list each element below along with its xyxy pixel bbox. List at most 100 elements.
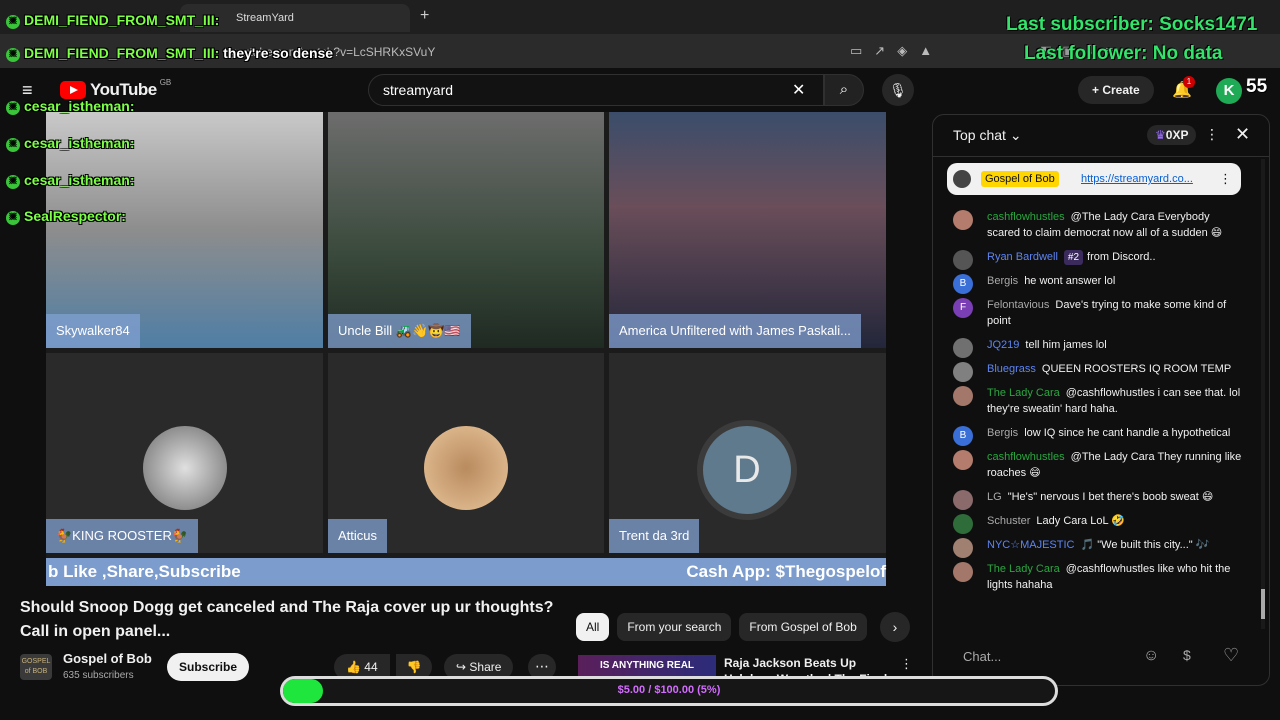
shield-icon[interactable]: ◈ <box>897 43 919 58</box>
overlay-message: they're so dense <box>223 45 334 61</box>
plus-icon: + <box>1092 83 1103 97</box>
avatar <box>953 170 971 188</box>
chat-scrollbar[interactable] <box>1259 159 1267 629</box>
donation-goal-text: $5.00 / $100.00 (5%) <box>617 684 721 696</box>
video-title: Should Snoop Dogg get canceled and The R… <box>20 599 554 640</box>
create-button[interactable]: + Create <box>1078 76 1154 104</box>
chat-message: LG "He's" nervous I bet there's boob swea… <box>933 485 1259 510</box>
create-label: Create <box>1102 83 1140 97</box>
participant-name: America Unfiltered with James Paskali... <box>609 314 861 348</box>
plus-icon[interactable]: + <box>420 7 429 25</box>
avatar[interactable]: F <box>953 298 973 318</box>
chip-all[interactable]: All <box>576 613 610 641</box>
recommendation-chips: All From your search From Gospel of Bob <box>576 613 867 641</box>
chevron-down-icon: ⌄ <box>1009 127 1022 143</box>
heart-icon[interactable]: ♡ <box>1223 645 1239 666</box>
avatar[interactable]: K <box>1216 78 1242 104</box>
notification-badge: 1 <box>1183 76 1195 88</box>
donation-goal-bar: $5.00 / $100.00 (5%) <box>280 676 1058 706</box>
close-icon[interactable]: ✕ <box>1235 124 1250 145</box>
chat-message: B Bergis low IQ since he cant handle a hyp… <box>933 421 1259 446</box>
check-icon: ✕ <box>6 138 20 152</box>
avatar[interactable] <box>953 210 973 230</box>
more-vert-icon[interactable]: ⋮ <box>1205 126 1219 143</box>
chat-overlay-line: ✕ DEMI_FIEND_FROM_SMT_III: <box>6 12 219 29</box>
chat-author[interactable]: LG <box>987 491 1002 503</box>
channel-avatar[interactable]: GOSPEL of BOB <box>20 654 52 680</box>
video-player[interactable]: Skywalker84 Uncle Bill 🚜👋🤠🇺🇸 America Unf… <box>46 112 886 586</box>
youtube-wordmark: YouTube <box>90 80 157 99</box>
chat-input[interactable]: Chat... <box>945 643 1145 671</box>
search-input[interactable]: streamyard <box>368 74 824 106</box>
scrollbar-thumb[interactable] <box>1261 589 1265 619</box>
emoji-icon[interactable]: ☺ <box>1143 647 1159 665</box>
url-action-icons: ▭↗◈▲ <box>850 43 944 59</box>
avatar[interactable] <box>953 338 973 358</box>
super-chat-icon[interactable]: $ <box>1183 647 1191 663</box>
chat-author[interactable]: cashflowhustles <box>987 451 1065 463</box>
chat-author[interactable]: Bluegrass <box>987 363 1036 375</box>
voice-search-button[interactable]: 🎙 <box>882 74 914 106</box>
avatar[interactable]: B <box>953 274 973 294</box>
chat-author[interactable]: Bergis <box>987 275 1018 287</box>
share-icon: ↪ <box>456 660 470 674</box>
subscribe-button[interactable]: Subscribe <box>167 653 250 681</box>
chat-author[interactable]: Schuster <box>987 515 1030 527</box>
participant-tile: 🐓KING ROOSTER🐓 <box>46 353 323 553</box>
check-icon: ✕ <box>6 15 20 29</box>
chat-overlay-line: ✕ DEMI_FIEND_FROM_SMT_III: they're so den… <box>6 45 333 62</box>
xp-badge[interactable]: ♛0XP <box>1147 125 1197 145</box>
chat-author[interactable]: The Lady Cara <box>987 563 1060 575</box>
chat-text: Lady Cara LoL 🤣 <box>1036 515 1125 527</box>
check-icon: ✕ <box>6 101 20 115</box>
pinned-link[interactable]: https://streamyard.co... <box>1081 163 1193 195</box>
chat-message: NYC☆MAJESTIC 🎵 "We built this city..." 🎶 <box>933 533 1259 558</box>
check-icon: ✕ <box>6 175 20 189</box>
participant-name: 🐓KING ROOSTER🐓 <box>46 519 199 553</box>
chat-author[interactable]: cashflowhustles <box>987 211 1065 223</box>
tab-title: StreamYard <box>236 12 294 24</box>
channel-name[interactable]: Gospel of Bob <box>63 651 152 666</box>
chat-message: Schuster Lady Cara LoL 🤣 <box>933 509 1259 534</box>
chat-author[interactable]: Ryan Bardwell <box>987 251 1058 263</box>
youtube-header: ≡ YouTube GB streamyard ✕ ⌕ 🎙 + Create 🔔… <box>0 68 1280 112</box>
cast-icon[interactable]: ▭ <box>850 43 874 58</box>
chip-from-search[interactable]: From your search <box>617 613 732 641</box>
participant-avatar: D <box>697 420 797 520</box>
chat-author[interactable]: JQ219 <box>987 339 1019 351</box>
youtube-logo[interactable]: YouTube GB <box>60 78 171 100</box>
chat-author[interactable]: NYC☆MAJESTIC <box>987 539 1074 551</box>
participant-name: Trent da 3rd <box>609 519 700 553</box>
more-vert-icon[interactable]: ⋮ <box>1219 163 1232 195</box>
chat-overlay-line: ✕ cesar_istheman: <box>6 172 135 189</box>
participant-avatar <box>424 426 508 510</box>
avatar[interactable] <box>953 450 973 470</box>
chat-text: he wont answer lol <box>1024 275 1116 287</box>
chip-from-channel[interactable]: From Gospel of Bob <box>739 613 867 641</box>
pinned-message[interactable]: Gospel of Bob https://streamyard.co... ⋮ <box>947 163 1241 195</box>
chat-author[interactable]: Bergis <box>987 427 1018 439</box>
chat-author[interactable]: The Lady Cara <box>987 387 1060 399</box>
avatar[interactable] <box>953 362 973 382</box>
avatar[interactable] <box>953 250 973 270</box>
avatar[interactable] <box>953 386 973 406</box>
avatar[interactable] <box>953 538 973 558</box>
check-icon: ✕ <box>6 48 20 62</box>
share-icon[interactable]: ↗ <box>874 43 897 58</box>
last-follower: Last follower: No data <box>1024 43 1223 64</box>
more-vert-icon[interactable]: ⋮ <box>900 656 913 672</box>
avatar[interactable] <box>953 490 973 510</box>
chevron-right-icon[interactable]: › <box>880 612 910 642</box>
avatar[interactable] <box>953 562 973 582</box>
extension-icon[interactable]: ▲ <box>919 43 944 58</box>
clear-search-icon[interactable]: ✕ <box>792 80 805 100</box>
chat-overlay-line: ✕ cesar_istheman: <box>6 135 135 152</box>
avatar[interactable]: B <box>953 426 973 446</box>
chat-mode-selector[interactable]: Top chat ⌄ <box>953 127 1022 144</box>
chat-author[interactable]: Felontavious <box>987 299 1049 311</box>
overlay-user: SealRespector: <box>24 208 126 224</box>
like-count: 44 <box>364 660 378 674</box>
search-button[interactable]: ⌕ <box>824 74 864 106</box>
overlay-user: DEMI_FIEND_FROM_SMT_III: <box>24 12 220 28</box>
avatar[interactable] <box>953 514 973 534</box>
